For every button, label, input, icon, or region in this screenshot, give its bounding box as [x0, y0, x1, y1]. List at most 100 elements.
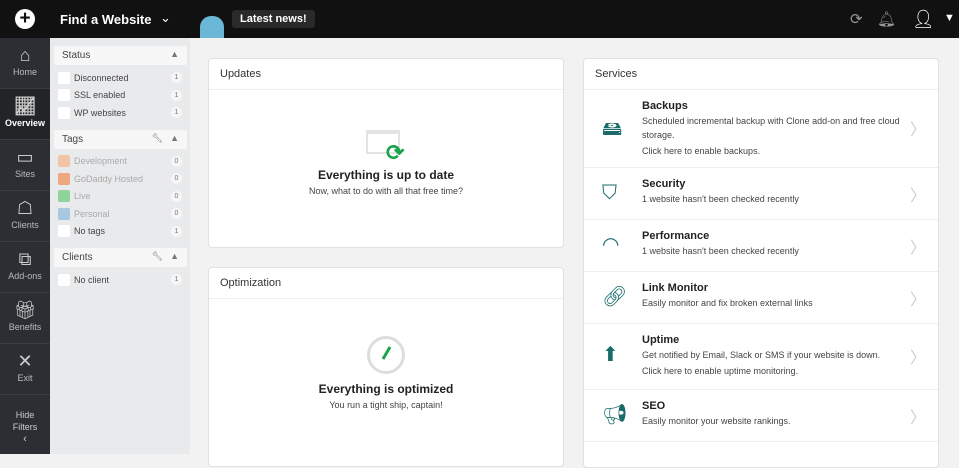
- nav-label: Overview: [4, 118, 46, 128]
- chevron-right-icon: 〉: [909, 188, 926, 205]
- filter-ssl-enabled[interactable]: SSL enabled 1: [50, 87, 190, 105]
- wrench-icon[interactable]: 🔧︎: [152, 133, 163, 144]
- service-title: Performance: [642, 230, 710, 242]
- puzzle-icon: ⧉: [18, 249, 32, 269]
- filter-personal[interactable]: Personal 0: [50, 205, 190, 223]
- gift-icon: 🎁︎: [13, 300, 37, 320]
- chevron-down-icon[interactable]: ⌄: [160, 10, 171, 26]
- filter-count: 1: [171, 107, 182, 119]
- filter-live[interactable]: Live 0: [50, 188, 190, 206]
- close-icon: ✕: [17, 351, 33, 371]
- hide-filters-button[interactable]: Hide Filters ‹: [0, 395, 50, 445]
- bell-icon[interactable]: 🔔︎: [877, 10, 896, 28]
- enable-backups-link[interactable]: Click here to enable backups.: [642, 144, 918, 158]
- service-title: SEO: [642, 400, 666, 412]
- chevron-right-icon: 〉: [909, 410, 926, 427]
- service-performance[interactable]: ◠ Performance 1 website hasn't been checke…: [584, 220, 938, 272]
- gauge-icon: ◠: [602, 234, 620, 256]
- collapse-icon[interactable]: ▲: [170, 133, 179, 143]
- enable-uptime-link[interactable]: Click here to enable uptime monitoring.: [642, 364, 918, 378]
- filter-count: 1: [171, 274, 182, 286]
- section-title: Clients: [62, 252, 93, 263]
- robot-mascot-icon[interactable]: [200, 16, 224, 38]
- service-security[interactable]: ⛉ Security 1 website hasn't been checked r…: [584, 168, 938, 220]
- nav-sites[interactable]: ▭ Sites: [0, 140, 50, 191]
- nav-exit[interactable]: ✕ Exit: [0, 344, 50, 395]
- filter-label: GoDaddy Hosted: [74, 173, 144, 184]
- filter-count: 1: [171, 89, 182, 101]
- filter-no-tags[interactable]: No tags 1: [50, 223, 190, 241]
- tag-swatch[interactable]: [58, 172, 70, 185]
- checkbox[interactable]: [58, 273, 70, 286]
- filter-label: No client: [74, 274, 110, 285]
- chevron-left-icon: ‹: [23, 433, 27, 445]
- filter-count: 0: [171, 208, 182, 220]
- service-uptime[interactable]: ⬆ Uptime Get notified by Email, Slack or S…: [584, 324, 938, 390]
- optimization-heading: Everything is optimized: [318, 382, 454, 396]
- optimization-subtext: You run a tight ship, captain!: [329, 400, 443, 410]
- checkbox[interactable]: [58, 106, 70, 119]
- collapse-icon[interactable]: ▲: [170, 49, 179, 59]
- shield-icon: ⛉: [602, 182, 617, 204]
- nav-label: Exit: [17, 373, 33, 383]
- link-icon: 🔗︎: [602, 286, 628, 308]
- tag-swatch[interactable]: [58, 207, 70, 220]
- service-backups[interactable]: 🖴︎ Backups Scheduled incremental backup wi…: [584, 90, 938, 168]
- user-avatar-icon[interactable]: 👤︎: [912, 9, 935, 30]
- nav-addons[interactable]: ⧉ Add-ons: [0, 242, 50, 293]
- find-website-dropdown[interactable]: Find a Website: [60, 12, 152, 27]
- service-link-monitor[interactable]: 🔗︎ Link Monitor Easily monitor and fix bro…: [584, 272, 938, 324]
- backup-drive-icon: 🖴︎: [602, 118, 623, 140]
- filter-count: 1: [171, 225, 182, 237]
- card-title: Optimization: [209, 268, 563, 299]
- filter-development[interactable]: Development 0: [50, 153, 190, 171]
- chevron-right-icon: 〉: [909, 292, 926, 309]
- speedometer-icon: [367, 336, 405, 374]
- filter-label: Development: [74, 156, 128, 167]
- chart-icon: 📈︎: [13, 96, 37, 116]
- top-bar: + Find a Website ⌄ Latest news! ⟳ 🔔︎ 👤︎ …: [0, 0, 959, 38]
- service-desc: Easily monitor your website rankings.: [642, 416, 791, 426]
- sites-icon: ▭: [16, 147, 34, 167]
- collapse-icon[interactable]: ▲: [170, 251, 179, 261]
- tag-swatch[interactable]: [58, 190, 70, 203]
- filter-label: No tags: [74, 226, 106, 237]
- checkbox[interactable]: [58, 71, 70, 84]
- card-title: Updates: [209, 59, 563, 90]
- service-desc: Easily monitor and fix broken external l…: [642, 298, 813, 308]
- clients-filter-header[interactable]: Clients 🔧︎ ▲: [54, 248, 187, 267]
- checkbox[interactable]: [58, 225, 70, 238]
- hide-label: Hide: [15, 410, 35, 420]
- filters-label: Filters: [12, 422, 38, 432]
- checkbox[interactable]: [58, 89, 70, 102]
- nav-home[interactable]: ⌂ Home: [0, 38, 50, 89]
- optimization-card: Optimization Everything is optimized You…: [208, 267, 564, 467]
- up-arrow-icon: ⬆: [602, 344, 619, 366]
- main-nav: ⌂ Home 📈︎ Overview ▭ Sites ☖ Clients ⧉ Add-on…: [0, 38, 50, 454]
- nav-clients[interactable]: ☖ Clients: [0, 191, 50, 242]
- filter-wp-websites[interactable]: WP websites 1: [50, 104, 190, 122]
- nav-benefits[interactable]: 🎁︎ Benefits: [0, 293, 50, 344]
- filter-no-client[interactable]: No client 1: [50, 271, 190, 289]
- refresh-icon[interactable]: ⟳: [850, 10, 863, 28]
- clients-icon: ☖: [16, 198, 34, 218]
- service-seo[interactable]: 📢︎ SEO Easily monitor your website ranking…: [584, 390, 938, 442]
- tags-filter-header[interactable]: Tags 🔧︎ ▲: [54, 129, 187, 149]
- filter-panel: Status ▲ Disconnected 1 SSL enabled 1 WP we…: [50, 38, 190, 454]
- updates-subtext: Now, what to do with all that free time?: [308, 186, 464, 196]
- filter-godaddy-hosted[interactable]: GoDaddy Hosted 0: [50, 170, 190, 188]
- tag-swatch[interactable]: [58, 155, 70, 168]
- section-title: Tags: [62, 133, 84, 145]
- status-filter-header[interactable]: Status ▲: [54, 46, 187, 65]
- service-title: Link Monitor: [642, 282, 708, 294]
- service-desc: 1 website hasn't been checked recently: [642, 194, 799, 204]
- latest-news-tooltip[interactable]: Latest news!: [232, 10, 315, 28]
- nav-label: Add-ons: [8, 271, 42, 281]
- section-title: Status: [62, 50, 91, 61]
- wrench-icon[interactable]: 🔧︎: [152, 251, 163, 262]
- add-website-button[interactable]: +: [15, 9, 35, 29]
- nav-overview[interactable]: 📈︎ Overview: [0, 89, 50, 140]
- filter-disconnected[interactable]: Disconnected 1: [50, 69, 190, 87]
- chevron-down-icon[interactable]: ▼: [944, 12, 955, 24]
- chevron-right-icon: 〉: [909, 122, 926, 139]
